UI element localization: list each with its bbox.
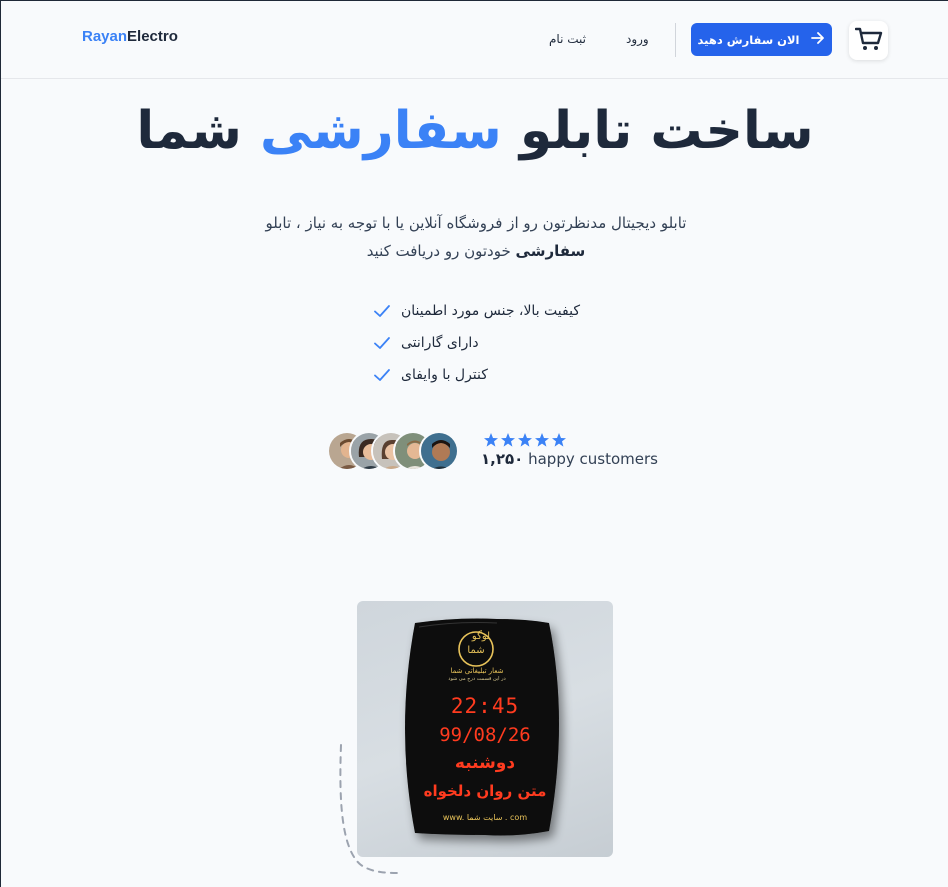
panel-date: 99/08/26 [439,724,531,746]
star-icon [501,433,515,447]
brand-part-1: Rayan [82,28,128,45]
cart-icon [854,26,883,56]
subtitle-line-2: خودتون رو دریافت کنید [366,242,511,260]
nav-divider [675,23,676,57]
panel-logo-line-2: شما [467,645,485,656]
star-icon [484,433,498,447]
cart-button[interactable] [849,21,888,60]
site-header: RayanElectro ثبت نام ورود الان سفارش دهی… [1,1,948,79]
check-icon [374,369,390,381]
product-image: لوگو شما شعار تبلیغاتی شما در این قسمت د… [357,601,613,857]
feature-list: کیفیت بالا، جنس مورد اطمینان دارای گاران… [373,295,601,391]
feature-text: کیفیت بالا، جنس مورد اطمینان [401,303,580,319]
check-icon [374,305,390,317]
brand-part-2: Electro [127,28,178,45]
customer-avatars [327,431,467,473]
star-icon [535,433,549,447]
arrow-right-icon [811,32,825,47]
panel-slogan: شعار تبلیغاتی شما [450,667,504,675]
panel-day: دوشنبه [454,753,516,773]
star-icon [518,433,532,447]
customers-count: ۱,۲۵۰ happy customers [481,450,658,468]
hero-title-part-2: شما [136,101,243,161]
brand-logo[interactable]: RayanElectro [82,28,178,45]
hero-title: ساخت تابلو سفارشی شما [1,101,948,161]
panel-slogan-sub: در این قسمت درج می شود [448,676,506,682]
social-proof: ۱,۲۵۰ happy customers [327,431,658,475]
order-now-button[interactable]: الان سفارش دهید [691,23,832,56]
panel-time: 22:45 [450,694,520,718]
feature-text: دارای گارانتی [401,335,479,351]
hero-subtitle: تابلو دیجیتال مدنظرتون رو از فروشگاه آنل… [231,209,721,265]
customers-number: ۱,۲۵۰ [481,450,524,468]
hero-title-part-1: ساخت تابلو [519,101,815,161]
star-icon [552,433,566,447]
nav-login-link[interactable]: ورود [626,32,649,46]
feature-text: کنترل با وایفای [401,367,488,383]
subtitle-line-1: تابلو دیجیتال مدنظرتون رو از فروشگاه آنل… [265,214,687,232]
panel-scroll-text: متن روان دلخواه [423,782,547,800]
feature-item: کنترل با وایفای [373,359,601,391]
order-now-label: الان سفارش دهید [697,32,800,47]
feature-item: دارای گارانتی [373,327,601,359]
avatar [419,431,459,471]
nav-register-link[interactable]: ثبت نام [549,32,586,46]
feature-item: کیفیت بالا، جنس مورد اطمینان [373,295,601,327]
panel-website: www. سایت شما . com [442,813,528,822]
panel-logo-line-1: لوگو [471,631,491,642]
customers-label: happy customers [528,450,658,468]
rating-stars [483,432,567,448]
subtitle-bold: سفارشی [515,242,586,260]
check-icon [374,337,390,349]
hero-title-accent: سفارشی [260,101,503,161]
